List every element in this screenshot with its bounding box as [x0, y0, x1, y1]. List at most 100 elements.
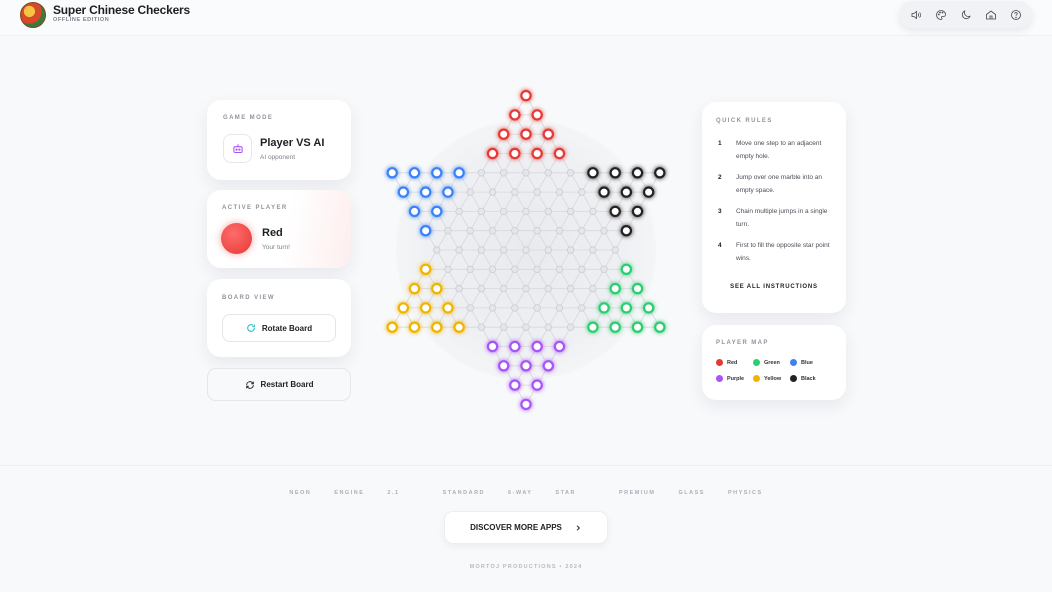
empty-hole[interactable]: [578, 226, 586, 235]
marble[interactable]: [531, 379, 543, 391]
marble[interactable]: [620, 186, 633, 198]
sound-button[interactable]: [907, 6, 925, 24]
marble[interactable]: [620, 263, 633, 275]
empty-hole[interactable]: [566, 284, 575, 293]
marble[interactable]: [419, 186, 432, 198]
empty-hole[interactable]: [455, 246, 463, 254]
see-all-instructions-link[interactable]: SEE ALL INSTRUCTIONS: [702, 284, 846, 290]
empty-hole[interactable]: [611, 246, 619, 254]
empty-hole[interactable]: [555, 188, 564, 196]
empty-hole[interactable]: [511, 226, 519, 235]
empty-hole[interactable]: [477, 323, 486, 331]
marble[interactable]: [419, 224, 432, 237]
empty-hole[interactable]: [589, 246, 597, 254]
empty-hole[interactable]: [533, 226, 541, 235]
empty-hole[interactable]: [433, 246, 441, 254]
marble[interactable]: [386, 167, 398, 179]
empty-hole[interactable]: [600, 265, 608, 273]
empty-hole[interactable]: [466, 304, 474, 312]
marble[interactable]: [486, 147, 499, 160]
marble[interactable]: [509, 147, 521, 160]
rotate-board-button[interactable]: Rotate Board: [222, 314, 336, 342]
marble[interactable]: [509, 340, 521, 353]
empty-hole[interactable]: [544, 284, 552, 293]
marble[interactable]: [419, 302, 432, 314]
marble[interactable]: [408, 282, 421, 295]
marble[interactable]: [431, 205, 443, 218]
marble[interactable]: [442, 186, 454, 198]
marble[interactable]: [531, 340, 543, 353]
marble[interactable]: [609, 321, 621, 333]
empty-hole[interactable]: [544, 323, 552, 331]
marble[interactable]: [453, 321, 465, 333]
empty-hole[interactable]: [466, 188, 474, 196]
marble[interactable]: [520, 398, 532, 411]
empty-hole[interactable]: [455, 284, 463, 293]
marble[interactable]: [431, 321, 443, 333]
empty-hole[interactable]: [589, 284, 597, 293]
marble[interactable]: [386, 321, 398, 333]
empty-hole[interactable]: [499, 169, 508, 177]
marble[interactable]: [431, 282, 443, 295]
empty-hole[interactable]: [499, 246, 508, 254]
discover-more-apps-button[interactable]: DISCOVER MORE APPS: [444, 511, 608, 544]
help-button[interactable]: [1007, 6, 1025, 24]
empty-hole[interactable]: [466, 265, 474, 273]
empty-hole[interactable]: [600, 226, 608, 235]
marble[interactable]: [609, 282, 621, 295]
empty-hole[interactable]: [511, 304, 519, 312]
dark-mode-button[interactable]: [957, 6, 975, 24]
theme-button[interactable]: [932, 6, 950, 24]
empty-hole[interactable]: [544, 246, 552, 254]
marble[interactable]: [654, 167, 666, 179]
empty-hole[interactable]: [566, 169, 575, 177]
empty-hole[interactable]: [477, 284, 486, 293]
marble[interactable]: [631, 321, 644, 333]
restart-board-button[interactable]: Restart Board: [207, 368, 351, 401]
marble[interactable]: [609, 167, 621, 179]
empty-hole[interactable]: [477, 207, 486, 216]
empty-hole[interactable]: [488, 226, 497, 235]
marble[interactable]: [620, 224, 633, 237]
marble[interactable]: [598, 302, 610, 314]
marble[interactable]: [520, 360, 532, 372]
empty-hole[interactable]: [511, 188, 519, 196]
empty-hole[interactable]: [499, 207, 508, 216]
marble[interactable]: [408, 205, 421, 218]
empty-hole[interactable]: [589, 207, 597, 216]
empty-hole[interactable]: [522, 207, 530, 216]
marble[interactable]: [642, 302, 655, 314]
game-board[interactable]: [370, 80, 682, 416]
empty-hole[interactable]: [477, 169, 486, 177]
marble[interactable]: [542, 128, 554, 140]
empty-hole[interactable]: [578, 188, 586, 196]
marble[interactable]: [553, 340, 566, 353]
marble[interactable]: [453, 167, 465, 179]
empty-hole[interactable]: [544, 207, 552, 216]
marble[interactable]: [542, 360, 554, 372]
empty-hole[interactable]: [444, 265, 452, 273]
marble[interactable]: [497, 128, 510, 140]
marble[interactable]: [553, 147, 566, 160]
empty-hole[interactable]: [578, 265, 586, 273]
marble[interactable]: [587, 321, 599, 333]
empty-hole[interactable]: [511, 265, 519, 273]
empty-hole[interactable]: [555, 226, 564, 235]
marble[interactable]: [431, 167, 443, 179]
marble[interactable]: [419, 263, 432, 275]
empty-hole[interactable]: [555, 304, 564, 312]
marble[interactable]: [587, 167, 599, 179]
empty-hole[interactable]: [455, 207, 463, 216]
empty-hole[interactable]: [488, 304, 497, 312]
empty-hole[interactable]: [533, 188, 541, 196]
empty-hole[interactable]: [444, 226, 452, 235]
marble[interactable]: [631, 167, 644, 179]
empty-hole[interactable]: [522, 246, 530, 254]
marble[interactable]: [520, 128, 532, 140]
marble[interactable]: [531, 147, 543, 160]
empty-hole[interactable]: [533, 265, 541, 273]
empty-hole[interactable]: [466, 226, 474, 235]
marble[interactable]: [442, 302, 454, 314]
marble[interactable]: [497, 360, 510, 372]
marble[interactable]: [486, 340, 499, 353]
